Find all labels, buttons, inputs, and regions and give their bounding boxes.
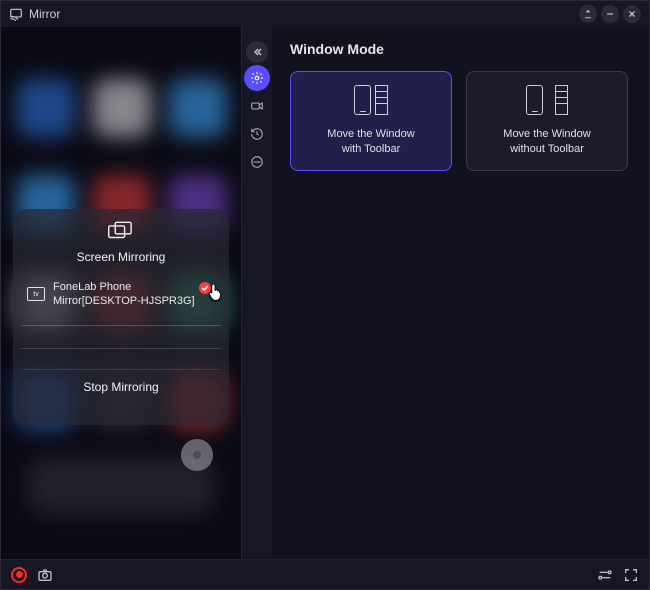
cursor-hand-icon xyxy=(207,282,225,302)
close-button[interactable] xyxy=(623,5,641,23)
settings-tab-forbid[interactable] xyxy=(244,149,270,175)
popup-title: Screen Mirroring xyxy=(77,250,166,264)
screen-mirroring-popup: Screen Mirroring tv FoneLab Phone Mirror… xyxy=(13,209,229,425)
app-title: Mirror xyxy=(29,7,60,21)
screenshot-button[interactable] xyxy=(37,567,53,583)
title-bar-left: Mirror xyxy=(9,7,60,21)
settings-tab-general[interactable] xyxy=(244,65,270,91)
main-area: Screen Mirroring tv FoneLab Phone Mirror… xyxy=(1,27,649,559)
screen-mirroring-icon xyxy=(108,221,134,244)
mirror-target-name: FoneLab Phone Mirror[DESKTOP-HJSPR3G] xyxy=(53,280,215,309)
appletv-icon: tv xyxy=(27,287,45,301)
mirrored-phone-screen[interactable]: Screen Mirroring tv FoneLab Phone Mirror… xyxy=(1,27,241,559)
assistive-touch-button[interactable] xyxy=(181,439,213,471)
panel-title: Window Mode xyxy=(290,41,631,57)
settings-panel: Window Mode Move the Window with Toolbar xyxy=(241,27,649,559)
settings-tab-recording[interactable] xyxy=(244,93,270,119)
window-mode-with-toolbar[interactable]: Move the Window with Toolbar xyxy=(290,71,452,171)
pin-button[interactable] xyxy=(579,5,597,23)
mode-with-toolbar-label: Move the Window with Toolbar xyxy=(327,127,414,157)
stop-mirroring-button[interactable]: Stop Mirroring xyxy=(23,369,219,406)
panel-content: Window Mode Move the Window with Toolbar xyxy=(272,27,649,559)
title-bar: Mirror xyxy=(1,1,649,27)
mode-without-toolbar-icon xyxy=(526,85,568,115)
popup-separator xyxy=(21,348,221,349)
minimize-button[interactable] xyxy=(601,5,619,23)
collapse-panel-button[interactable] xyxy=(246,41,268,63)
settings-tab-history[interactable] xyxy=(244,121,270,147)
settings-icon-rail xyxy=(242,27,272,559)
popup-header: Screen Mirroring xyxy=(23,221,219,274)
mode-with-toolbar-icon xyxy=(354,85,388,115)
window-controls xyxy=(579,5,641,23)
record-button[interactable] xyxy=(11,567,27,583)
toolbar-toggle-button[interactable] xyxy=(597,567,613,583)
bottom-bar xyxy=(1,559,649,589)
popup-separator xyxy=(21,325,221,326)
app-cast-icon xyxy=(9,7,23,21)
fullscreen-button[interactable] xyxy=(623,567,639,583)
window-mode-options: Move the Window with Toolbar Move the Wi… xyxy=(290,71,631,171)
window-mode-without-toolbar[interactable]: Move the Window without Toolbar xyxy=(466,71,628,171)
mirror-target-row[interactable]: tv FoneLab Phone Mirror[DESKTOP-HJSPR3G] xyxy=(23,274,219,315)
mode-without-toolbar-label: Move the Window without Toolbar xyxy=(503,127,590,157)
